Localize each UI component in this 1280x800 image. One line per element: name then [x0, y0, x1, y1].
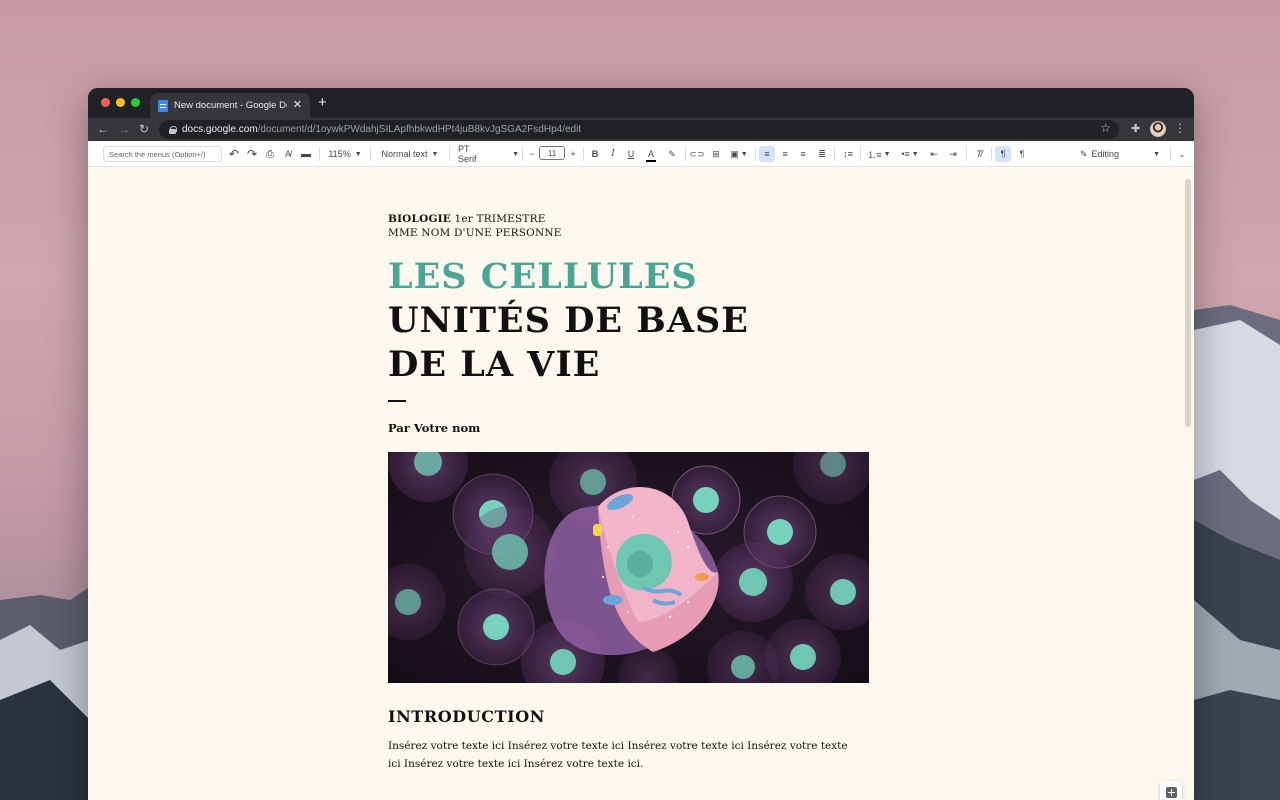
numbered-list-icon[interactable]: ⒈≡ ▼	[866, 146, 892, 162]
forward-icon[interactable]: →	[118, 121, 130, 137]
back-icon[interactable]: ←	[97, 121, 109, 137]
browser-window: New document - Google Docs ✕ + ← → ↻ doc…	[88, 88, 1194, 800]
toolbar-divider	[319, 147, 320, 161]
zoom-select[interactable]: 115% ▼	[326, 146, 364, 162]
toolbar-divider	[860, 147, 861, 161]
increase-indent-icon[interactable]: ⇥	[946, 146, 960, 162]
spellcheck-icon[interactable]: A̸	[281, 146, 295, 162]
teacher-line: MME NOM D'UNE PERSONNE	[388, 227, 562, 239]
align-center-icon[interactable]: ≡	[778, 146, 792, 162]
title-divider	[388, 400, 406, 402]
toolbar-divider	[966, 147, 967, 161]
title-line-3: DE LA VIE	[388, 344, 601, 385]
bold-icon[interactable]: B	[588, 146, 602, 162]
course-line: BIOLOGIE 1er TRIMESTRE	[388, 213, 546, 225]
ltr-icon[interactable]: ¶	[995, 146, 1011, 162]
plus-box-icon	[1165, 786, 1177, 798]
text-color-icon[interactable]: A	[644, 146, 658, 162]
lock-icon	[169, 125, 177, 134]
rtl-icon[interactable]: ¶	[1015, 146, 1029, 162]
comment-icon[interactable]: ⊞	[709, 146, 723, 162]
justify-icon[interactable]: ≣	[815, 146, 829, 162]
toolbar-divider	[449, 147, 450, 161]
toolbar-divider	[370, 147, 371, 161]
close-tab-icon[interactable]: ✕	[293, 100, 302, 111]
clear-formatting-icon[interactable]: T̸	[972, 146, 986, 162]
align-left-icon[interactable]: ≡	[759, 146, 775, 162]
intro-body-text: Insérez votre texte ici Insérez votre te…	[388, 740, 848, 770]
link-icon[interactable]: ⊂⊃	[689, 146, 704, 162]
new-tab-button[interactable]: +	[318, 95, 327, 110]
vertical-scrollbar[interactable]	[1185, 179, 1191, 427]
undo-icon[interactable]: ↶	[227, 146, 241, 162]
collapse-toolbar-icon[interactable]: ⌄	[1175, 146, 1189, 162]
redo-icon[interactable]: ↷	[245, 146, 259, 162]
tab-title: New document - Google Docs	[174, 100, 287, 111]
minimize-window-button[interactable]	[116, 98, 125, 107]
tab-strip: New document - Google Docs ✕ +	[88, 88, 1194, 118]
bookmark-star-icon[interactable]: ☆	[1100, 121, 1111, 135]
image-icon[interactable]: ▣ ▼	[728, 146, 750, 162]
decrease-font-size-button[interactable]: −	[526, 146, 538, 162]
reload-icon[interactable]: ↻	[139, 121, 149, 137]
toolbar-divider	[522, 147, 523, 161]
font-select[interactable]: PT Serif ▼	[455, 144, 519, 164]
close-window-button[interactable]	[101, 98, 110, 107]
browser-tab-docs[interactable]: New document - Google Docs ✕	[150, 93, 310, 118]
title-accent: LES CELLULES	[388, 256, 698, 297]
toolbar-divider	[834, 147, 835, 161]
align-right-icon[interactable]: ≡	[796, 146, 810, 162]
document-canvas[interactable]: BIOLOGIE 1er TRIMESTRE MME NOM D'UNE PER…	[88, 167, 1194, 800]
paint-format-icon[interactable]: ▬	[299, 146, 313, 162]
search-menus-input[interactable]: Search the menus (Option+/)	[103, 146, 222, 162]
docs-toolbar: Search the menus (Option+/) ↶ ↷ ⎙ A̸ ▬ 1…	[88, 141, 1194, 167]
toolbar-divider	[991, 147, 992, 161]
navigation-bar: ← → ↻ docs.google.com/document/d/1oywkPW…	[88, 118, 1194, 141]
address-bar[interactable]: docs.google.com/document/d/1oywkPWdahjSI…	[159, 120, 1119, 139]
editing-mode-select[interactable]: ✎ Editing ▼	[1080, 146, 1162, 162]
author-line: Par Votre nom	[388, 421, 481, 435]
url-text: docs.google.com/document/d/1oywkPWdahjSI…	[182, 124, 582, 135]
line-spacing-icon[interactable]: ↕≡	[840, 146, 856, 162]
maximize-window-button[interactable]	[131, 98, 140, 107]
google-docs-icon	[158, 99, 168, 112]
toolbar-divider	[583, 147, 584, 161]
title-line-2: UNITÉS DE BASE	[388, 300, 749, 341]
underline-icon[interactable]: U	[624, 146, 638, 162]
cell-illustration[interactable]	[388, 452, 869, 683]
intro-heading: INTRODUCTION	[388, 707, 545, 726]
italic-icon[interactable]: I	[606, 146, 620, 162]
toolbar-divider	[685, 147, 686, 161]
toolbar-divider	[1170, 147, 1171, 161]
pencil-icon: ✎	[1080, 148, 1088, 159]
extensions-puzzle-icon[interactable]: ✚	[1131, 122, 1140, 135]
profile-avatar[interactable]	[1150, 121, 1166, 137]
font-size-input[interactable]: 11	[539, 146, 565, 160]
decrease-indent-icon[interactable]: ⇤	[927, 146, 941, 162]
increase-font-size-button[interactable]: +	[567, 146, 579, 162]
style-select[interactable]: Normal text ▼	[376, 146, 444, 162]
highlight-icon[interactable]: ✎	[665, 146, 679, 162]
print-icon[interactable]: ⎙	[263, 146, 277, 162]
bulleted-list-icon[interactable]: •≡ ▼	[897, 146, 923, 162]
explore-button[interactable]	[1160, 781, 1182, 800]
browser-menu-icon[interactable]: ⋮	[1174, 121, 1186, 135]
toolbar-divider	[755, 147, 756, 161]
